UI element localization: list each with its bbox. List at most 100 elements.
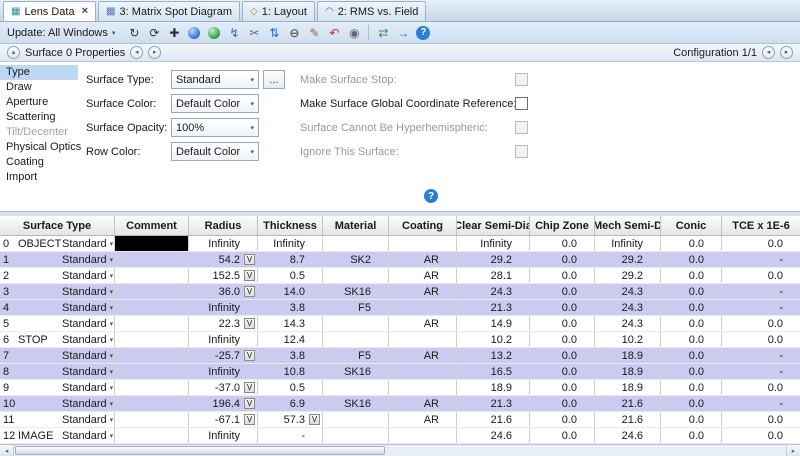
- thickness-cell[interactable]: 12.4 V: [258, 332, 323, 347]
- tce-cell[interactable]: 0.0: [722, 428, 800, 443]
- conic-cell[interactable]: 0.0: [661, 380, 722, 395]
- previous-surface-button[interactable]: ◂: [130, 46, 143, 59]
- surface-type-dropdown[interactable]: Standard ▾: [62, 302, 114, 314]
- coating-cell[interactable]: [389, 380, 457, 395]
- tab-layout[interactable]: ◇ 1: Layout: [242, 1, 315, 21]
- comment-cell[interactable]: [115, 268, 189, 283]
- surface-cell[interactable]: 7 Standard ▾: [0, 348, 115, 363]
- update-icon[interactable]: ↻: [125, 24, 143, 42]
- surface-cell[interactable]: 5 Standard ▾: [0, 316, 115, 331]
- thickness-cell[interactable]: - V: [258, 428, 323, 443]
- conic-cell[interactable]: 0.0: [661, 348, 722, 363]
- delete-solve-icon[interactable]: ⊖: [285, 24, 303, 42]
- conic-cell[interactable]: 0.0: [661, 268, 722, 283]
- swap-icon[interactable]: ⇄: [374, 24, 392, 42]
- radius-solve-flag[interactable]: V: [244, 318, 255, 329]
- tce-cell[interactable]: -: [722, 252, 800, 267]
- clear-semidia-cell[interactable]: 24.3: [457, 284, 530, 299]
- tce-cell[interactable]: 0.0: [722, 268, 800, 283]
- thickness-solve-flag[interactable]: V: [309, 414, 320, 425]
- scrollbar-thumb[interactable]: [15, 446, 385, 455]
- comment-cell[interactable]: [115, 252, 189, 267]
- coating-cell[interactable]: AR: [389, 268, 457, 283]
- coating-cell[interactable]: [389, 300, 457, 315]
- undo-icon[interactable]: ↶: [325, 24, 343, 42]
- chip-zone-cell[interactable]: 0.0: [530, 412, 595, 427]
- radius-cell[interactable]: Infinity V: [189, 428, 258, 443]
- radius-cell[interactable]: Infinity V: [189, 300, 258, 315]
- conic-cell[interactable]: 0.0: [661, 236, 722, 251]
- comment-cell[interactable]: [115, 428, 189, 443]
- radius-cell[interactable]: 36.0 V: [189, 284, 258, 299]
- material-cell[interactable]: F5: [323, 300, 389, 315]
- comment-cell[interactable]: [115, 380, 189, 395]
- properties-nav-item[interactable]: Scattering: [0, 110, 78, 125]
- mech-semidia-cell[interactable]: 18.9: [595, 380, 661, 395]
- mech-semidia-cell[interactable]: 24.3: [595, 316, 661, 331]
- surface-cell[interactable]: 10 Standard ▾: [0, 396, 115, 411]
- properties-nav-item[interactable]: Coating: [0, 155, 78, 170]
- mech-semidia-cell[interactable]: 10.2: [595, 332, 661, 347]
- tce-cell[interactable]: -: [722, 396, 800, 411]
- checkbox[interactable]: [515, 145, 528, 158]
- row-color-select[interactable]: Default Color ▾: [171, 142, 259, 161]
- radius-solve-flag[interactable]: V: [244, 350, 255, 361]
- mech-semidia-cell[interactable]: 24.3: [595, 300, 661, 315]
- insert-surface-icon[interactable]: ⇅: [265, 24, 283, 42]
- surface-type-dropdown[interactable]: Standard ▾: [62, 270, 114, 282]
- material-cell[interactable]: [323, 380, 389, 395]
- thickness-cell[interactable]: 6.9 V: [258, 396, 323, 411]
- coating-cell[interactable]: AR: [389, 316, 457, 331]
- comment-cell[interactable]: [115, 332, 189, 347]
- thickness-cell[interactable]: 8.7 V: [258, 252, 323, 267]
- chip-zone-cell[interactable]: 0.0: [530, 428, 595, 443]
- material-cell[interactable]: [323, 428, 389, 443]
- radius-cell[interactable]: 196.4 V: [189, 396, 258, 411]
- checkbox[interactable]: [515, 73, 528, 86]
- conic-cell[interactable]: 0.0: [661, 332, 722, 347]
- conic-cell[interactable]: 0.0: [661, 316, 722, 331]
- surface-opacity-select[interactable]: 100% ▾: [171, 118, 259, 137]
- conic-cell[interactable]: 0.0: [661, 364, 722, 379]
- material-cell[interactable]: [323, 236, 389, 251]
- tce-cell[interactable]: -: [722, 364, 800, 379]
- tce-cell[interactable]: 0.0: [722, 412, 800, 427]
- clear-semidia-cell[interactable]: 21.3: [457, 396, 530, 411]
- conic-cell[interactable]: 0.0: [661, 284, 722, 299]
- mech-semidia-cell[interactable]: 18.9: [595, 364, 661, 379]
- eye-icon[interactable]: ◉: [345, 24, 363, 42]
- surface-cell[interactable]: 9 Standard ▾: [0, 380, 115, 395]
- clear-semidia-cell[interactable]: 28.1: [457, 268, 530, 283]
- surface-type-dropdown[interactable]: Standard ▾: [62, 286, 114, 298]
- thickness-cell[interactable]: 14.3 V: [258, 316, 323, 331]
- coating-cell[interactable]: AR: [389, 252, 457, 267]
- radius-solve-flag[interactable]: V: [244, 382, 255, 393]
- surface-type-dropdown[interactable]: Standard ▾: [62, 350, 114, 362]
- mech-semidia-cell[interactable]: 21.6: [595, 396, 661, 411]
- header-thickness[interactable]: Thickness: [258, 216, 323, 235]
- tce-cell[interactable]: 0.0: [722, 236, 800, 251]
- coating-cell[interactable]: AR: [389, 348, 457, 363]
- close-tab-icon[interactable]: ×: [82, 6, 88, 17]
- chip-zone-cell[interactable]: 0.0: [530, 380, 595, 395]
- comment-cell[interactable]: [115, 300, 189, 315]
- surface-cell[interactable]: 12 IMAGE Standard ▾: [0, 428, 115, 443]
- tab-matrix-spot-diagram[interactable]: ▩ 3: Matrix Spot Diagram: [98, 1, 240, 21]
- clear-semidia-cell[interactable]: 18.9: [457, 380, 530, 395]
- scroll-right-icon[interactable]: ▸: [786, 445, 800, 456]
- header-comment[interactable]: Comment: [115, 216, 189, 235]
- chip-zone-cell[interactable]: 0.0: [530, 332, 595, 347]
- coating-cell[interactable]: AR: [389, 412, 457, 427]
- chip-zone-cell[interactable]: 0.0: [530, 348, 595, 363]
- header-clear-semidia[interactable]: Clear Semi-Dia: [457, 216, 530, 235]
- comment-cell[interactable]: [115, 348, 189, 363]
- thickness-cell[interactable]: 3.8 V: [258, 300, 323, 315]
- surface-cell[interactable]: 2 Standard ▾: [0, 268, 115, 283]
- surface-type-dropdown[interactable]: Standard ▾: [62, 318, 114, 330]
- properties-nav-item[interactable]: Import: [0, 170, 78, 185]
- radius-cell[interactable]: Infinity V: [189, 364, 258, 379]
- header-conic[interactable]: Conic: [661, 216, 722, 235]
- surface-type-more-button[interactable]: ...: [263, 70, 285, 89]
- properties-nav-item[interactable]: Physical Optics: [0, 140, 78, 155]
- collapse-panel-button[interactable]: ▴: [7, 46, 20, 59]
